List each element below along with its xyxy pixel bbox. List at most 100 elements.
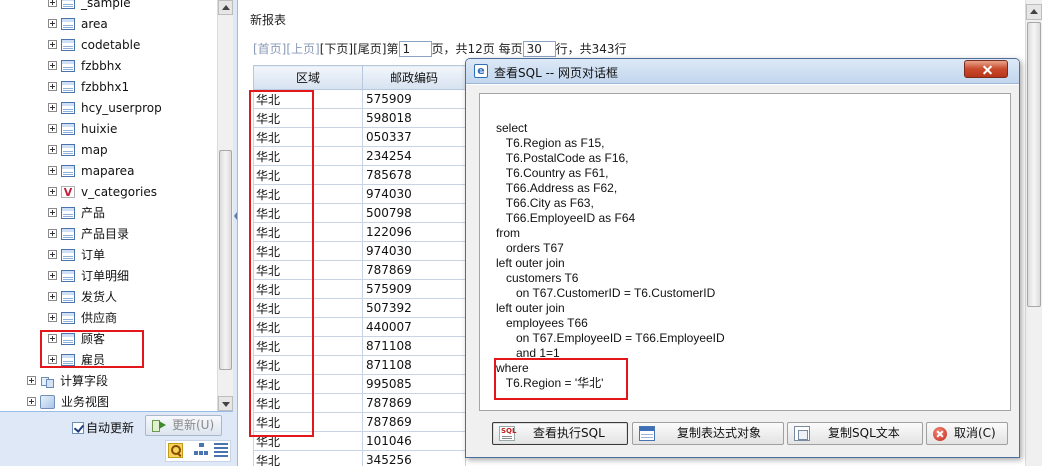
expand-icon[interactable] (48, 19, 57, 28)
expand-icon[interactable] (48, 292, 57, 301)
tree-item[interactable]: Vv_categories (48, 182, 157, 203)
tree-item[interactable]: _sample (48, 0, 131, 14)
tree-item[interactable]: hcy_userprop (48, 98, 162, 119)
tree-root-item[interactable]: 计算字段 (27, 371, 108, 392)
sql-text-area[interactable]: select T6.Region as F15, T6.PostalCode a… (479, 93, 1011, 411)
postal-code-cell[interactable]: 785678 (362, 165, 466, 185)
search-icon[interactable] (168, 443, 183, 458)
postal-code-cell[interactable]: 500798 (362, 203, 466, 223)
tree-item[interactable]: 产品 (48, 203, 105, 224)
report-scrollbar[interactable] (1025, 0, 1042, 466)
postal-code-cell[interactable]: 101046 (362, 431, 466, 451)
tree-scrollbar[interactable] (217, 0, 233, 411)
tree-item[interactable]: map (48, 140, 108, 161)
postal-code-cell[interactable]: 575909 (362, 89, 466, 109)
cancel-button[interactable]: 取消(C) (926, 422, 1008, 445)
per-page-prefix: 每页 (498, 42, 523, 56)
postal-code-cell[interactable]: 871108 (362, 336, 466, 356)
expand-icon[interactable] (48, 313, 57, 322)
left-panel: _samplearea codetable fzbbhx fzbbhx1 hcy_use… (0, 0, 233, 466)
auto-update-checkbox[interactable]: 自动更新 (72, 419, 134, 436)
scroll-down-arrow-icon[interactable] (218, 396, 233, 411)
expand-icon[interactable] (48, 166, 57, 175)
expand-icon[interactable] (48, 229, 57, 238)
postal-code-cell[interactable]: 787869 (362, 393, 466, 413)
table-icon (61, 17, 75, 30)
tree-item-label: 发货人 (81, 290, 118, 304)
tree-item[interactable]: 发货人 (48, 287, 117, 308)
expand-icon[interactable] (48, 82, 57, 91)
expand-icon[interactable] (27, 376, 36, 385)
report-title: 新报表 (250, 13, 287, 27)
sql-icon: SQL (499, 426, 516, 441)
postal-code-cell[interactable]: 995085 (362, 374, 466, 394)
column-header-postal-code[interactable]: 邮政编码 (362, 65, 466, 90)
tree-item[interactable]: fzbbhx (48, 56, 121, 77)
postal-code-cell[interactable]: 575909 (362, 279, 466, 299)
close-icon[interactable] (964, 60, 1008, 78)
update-button-label: 更新(U) (172, 418, 215, 432)
update-button[interactable]: 更新(U) (145, 415, 222, 436)
postal-code-cell[interactable]: 598018 (362, 108, 466, 128)
table-icon (61, 80, 75, 93)
postal-code-cell[interactable]: 507392 (362, 298, 466, 318)
expand-icon[interactable] (48, 145, 57, 154)
postal-code-cell[interactable]: 440007 (362, 317, 466, 337)
page-number-input[interactable]: 1 (398, 40, 432, 57)
scrollbar-thumb[interactable] (1027, 22, 1041, 307)
expand-icon[interactable] (48, 208, 57, 217)
hierarchy-icon[interactable] (194, 443, 208, 457)
next-page-link[interactable]: [下页] (320, 42, 353, 56)
tree-item[interactable]: 供应商 (48, 308, 117, 329)
copy-sql-text-button[interactable]: 复制SQL文本 (787, 422, 923, 445)
expand-icon[interactable] (48, 0, 57, 7)
last-page-link[interactable]: [尾页] (353, 42, 386, 56)
panel-splitter[interactable] (233, 0, 238, 466)
postal-code-cell[interactable]: 122096 (362, 222, 466, 242)
tree-item[interactable]: 产品目录 (48, 224, 129, 245)
tree-root-item[interactable]: 业务视图 (27, 392, 109, 411)
expand-icon[interactable] (48, 250, 57, 259)
expand-icon[interactable] (48, 271, 57, 280)
table-row[interactable]: 华北 345256 (253, 450, 466, 466)
highlight-box-tree-items (40, 330, 144, 368)
scroll-up-arrow-icon[interactable] (1026, 4, 1042, 20)
postal-code-cell[interactable]: 974030 (362, 241, 466, 261)
copy-expression-object-button[interactable]: 复制表达式对象 (632, 422, 784, 445)
expand-icon[interactable] (48, 187, 57, 196)
pager: [首页][上页][下页][尾页]第 1 页，共12页 每页 30 行，共343行 (253, 40, 627, 58)
expand-icon[interactable] (48, 40, 57, 49)
postal-code-cell[interactable]: 050337 (362, 127, 466, 147)
postal-code-cell[interactable]: 787869 (362, 260, 466, 280)
expand-icon[interactable] (48, 61, 57, 70)
per-page-input[interactable]: 30 (522, 40, 556, 57)
postal-code-cell[interactable]: 974030 (362, 184, 466, 204)
checkbox-icon[interactable] (72, 421, 84, 434)
column-header-region[interactable]: 区域 (253, 65, 363, 90)
tree-item[interactable]: 订单明细 (48, 266, 129, 287)
expand-icon[interactable] (27, 397, 36, 406)
view-executed-sql-button[interactable]: SQL 查看执行SQL (492, 422, 628, 445)
postal-code-cell[interactable]: 871108 (362, 355, 466, 375)
tree-item-label: _sample (81, 0, 131, 10)
auto-update-label: 自动更新 (86, 421, 135, 435)
postal-code-cell[interactable]: 234254 (362, 146, 466, 166)
tree-item[interactable]: maparea (48, 161, 134, 182)
region-cell[interactable]: 华北 (253, 450, 363, 466)
expand-icon[interactable] (48, 124, 57, 133)
dialog-titlebar[interactable]: e 查看SQL -- 网页对话框 (466, 59, 1019, 84)
scrollbar-thumb[interactable] (219, 150, 232, 370)
tree-item[interactable]: area (48, 14, 108, 35)
tree-item[interactable]: fzbbhx1 (48, 77, 129, 98)
list-icon[interactable] (214, 443, 228, 457)
tree-item[interactable]: 订单 (48, 245, 105, 266)
prev-page-link[interactable]: [上页] (286, 42, 319, 56)
postal-code-cell[interactable]: 787869 (362, 412, 466, 432)
postal-code-cell[interactable]: 345256 (362, 450, 466, 466)
expand-icon[interactable] (48, 103, 57, 112)
first-page-link[interactable]: [首页] (253, 42, 286, 56)
scroll-up-arrow-icon[interactable] (218, 0, 233, 15)
tree-item[interactable]: codetable (48, 35, 140, 56)
cancel-icon (933, 427, 947, 441)
tree-item[interactable]: huixie (48, 119, 117, 140)
